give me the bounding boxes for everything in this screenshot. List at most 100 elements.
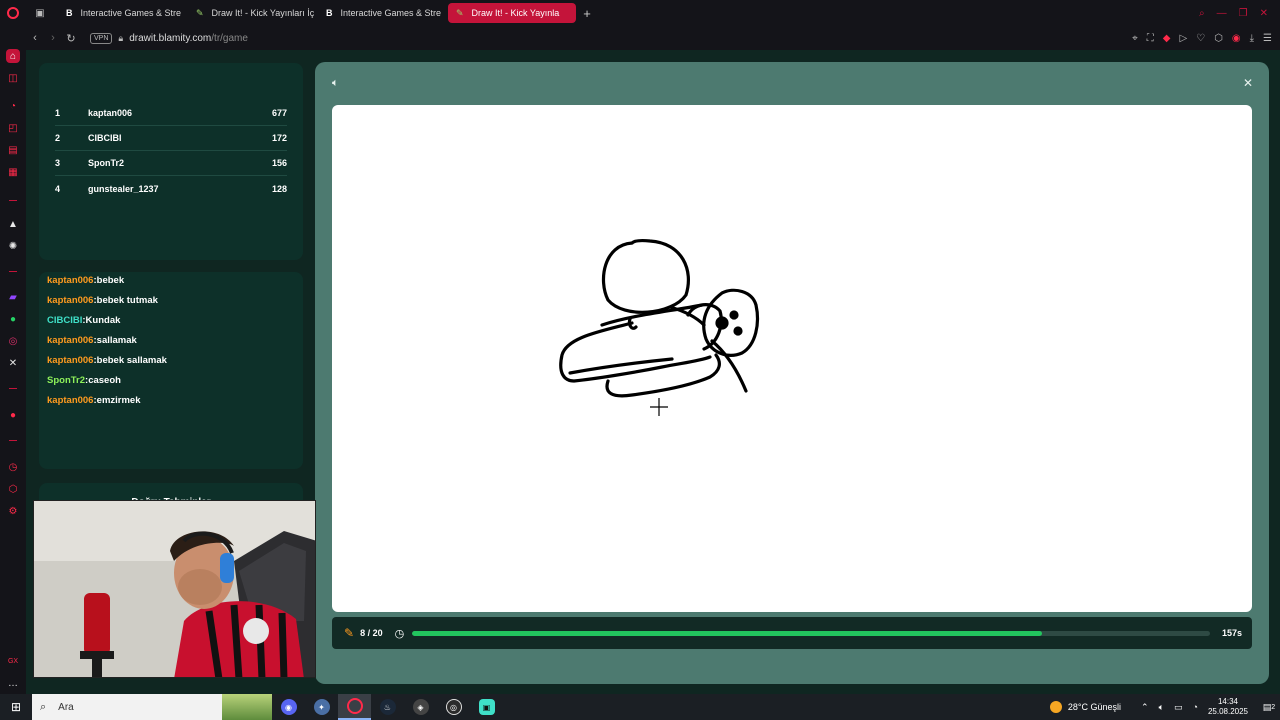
- snapshot-icon[interactable]: ⛶: [1147, 33, 1154, 44]
- browser-tab[interactable]: B Interactive Games & Stre: [58, 3, 186, 23]
- leaderboard-name: kaptan006: [88, 108, 133, 118]
- app-a-icon[interactable]: ▲: [6, 217, 20, 231]
- windows-start-icon[interactable]: ⊞: [0, 694, 32, 720]
- whatsapp-icon[interactable]: ●: [6, 312, 20, 326]
- extensions-sidebar-icon[interactable]: ⬡: [6, 482, 20, 496]
- taskbar-search[interactable]: ⌕ Ara: [32, 694, 222, 720]
- drawing-canvas[interactable]: [332, 105, 1252, 612]
- history-icon[interactable]: ◷: [6, 460, 20, 474]
- drawing-modal: 🔈︎ ✕ ✎ 8 / 20 ◷ 157s: [315, 62, 1269, 684]
- download-icon[interactable]: ⤓: [1250, 33, 1254, 44]
- pocket-icon[interactable]: ◆: [1163, 33, 1171, 44]
- leaderboard-row: 3 SponTr2 156: [55, 151, 287, 176]
- instagram-icon[interactable]: ◎: [6, 334, 20, 348]
- sound-icon[interactable]: 🔈︎: [332, 77, 339, 90]
- aria-icon[interactable]: ◔: [6, 99, 20, 113]
- clock[interactable]: 14:34 25.08.2025: [1208, 697, 1248, 717]
- minimize-icon[interactable]: —: [1217, 8, 1227, 19]
- forward-icon[interactable]: ›: [44, 32, 62, 44]
- language-icon[interactable]: ◔: [1193, 702, 1198, 712]
- timer-icon: ◷: [394, 627, 405, 640]
- chat-username: CIBCIBI: [47, 314, 83, 326]
- extensions-icon[interactable]: ⬡: [1214, 33, 1223, 44]
- crosshair-cursor-icon: [650, 398, 668, 416]
- home-icon[interactable]: ⌂: [6, 49, 20, 63]
- browser-sidebar: ⌂ ◫ ◔ ◰ ▤ ▦ ▲ ✺ ▰ ● ◎ ✕ ● ◷ ⬡ ⚙ GX …: [0, 26, 26, 694]
- chatgpt-icon[interactable]: ✺: [6, 239, 20, 253]
- leaderboard-rank: 4: [55, 183, 61, 194]
- maximize-icon[interactable]: ❐: [1239, 8, 1248, 19]
- chat-message: kaptan006: sallamak: [47, 330, 303, 350]
- settings-icon[interactable]: ⚙: [6, 504, 20, 518]
- close-icon[interactable]: ✕: [1243, 76, 1253, 90]
- music-icon[interactable]: ●: [6, 408, 20, 422]
- chat-username: kaptan006: [47, 354, 94, 366]
- menu-icon[interactable]: ☰: [1263, 33, 1272, 44]
- chat-username: kaptan006: [47, 274, 94, 286]
- more-icon[interactable]: …: [6, 676, 20, 690]
- drawing-strokes: [559, 239, 760, 416]
- volume-icon[interactable]: 🔈︎: [1159, 702, 1164, 713]
- opera-taskbar-icon[interactable]: [338, 694, 371, 720]
- chevron-up-icon[interactable]: ⌃: [1141, 702, 1149, 713]
- app-icon[interactable]: ✦: [305, 694, 338, 720]
- chat-message: SponTr2: caseoh: [47, 370, 303, 390]
- chat-panel: kaptan006: bebek kaptan006: bebek tutmak CIB…: [39, 272, 303, 469]
- back-icon[interactable]: ‹: [26, 32, 44, 44]
- browser-tab[interactable]: ✎ Draw It! - Kick Yayınla: [448, 3, 576, 23]
- play-icon[interactable]: ▷: [1179, 33, 1187, 44]
- bag-icon[interactable]: ◰: [6, 121, 20, 135]
- chat-username: kaptan006: [47, 294, 94, 306]
- chat-username: SponTr2: [47, 374, 86, 386]
- tab-overview-icon[interactable]: ▣: [30, 0, 50, 26]
- url-field[interactable]: drawit.blamity.com/tr/game: [129, 33, 248, 44]
- leaderboard-row: 2 CIBCIBI 172: [55, 126, 287, 151]
- steam-icon[interactable]: ♨: [371, 694, 404, 720]
- new-tab-button[interactable]: +: [578, 6, 596, 21]
- tab-favicon-icon: B: [66, 8, 73, 18]
- address-bar: ‹ › ↻ VPN 🔒︎ drawit.blamity.com/tr/game …: [26, 26, 1280, 50]
- system-tray: 28°C Güneşli ⌃ 🔈︎ ▭ ◔ 14:34 25.08.2025 ▤…: [1049, 694, 1280, 720]
- tab-favicon-icon: ✎: [456, 7, 464, 18]
- close-window-icon[interactable]: ✕: [1260, 8, 1268, 19]
- leaderboard-score: 128: [271, 183, 287, 194]
- vpn-badge[interactable]: VPN: [90, 32, 113, 44]
- pencil-icon: ✎: [344, 626, 355, 640]
- reload-icon[interactable]: ↻: [62, 32, 80, 45]
- browser-tab[interactable]: B Interactive Games & Stre: [318, 3, 446, 23]
- browser-tab[interactable]: ✎ Draw It! - Kick Yayınları İç: [188, 3, 316, 23]
- opera-logo-icon[interactable]: [0, 0, 26, 26]
- profile-icon[interactable]: ◉: [1232, 33, 1241, 44]
- chat-text: bebek sallamak: [96, 354, 167, 366]
- time-remaining: 157s: [1221, 628, 1242, 638]
- weather-text[interactable]: 28°C Güneşli: [1068, 702, 1121, 712]
- gamepad-icon[interactable]: ◫: [6, 71, 20, 85]
- lock-icon[interactable]: 🔒︎: [118, 33, 123, 44]
- url-host: drawit.blamity.com: [129, 32, 212, 44]
- notification-icon[interactable]: ▤ 2: [1258, 694, 1280, 720]
- x-icon[interactable]: ✕: [6, 356, 20, 370]
- network-icon[interactable]: ▭: [1174, 702, 1183, 713]
- mail-icon[interactable]: ▤: [6, 143, 20, 157]
- search-tabs-icon[interactable]: ⌕: [1199, 8, 1205, 19]
- tab-title: Draw It! - Kick Yayınla: [471, 8, 560, 18]
- chat-message: kaptan006: bebek sallamak: [47, 350, 303, 370]
- twitch-icon[interactable]: ▰: [6, 290, 20, 304]
- discord-icon[interactable]: ◉: [272, 694, 305, 720]
- heart-icon[interactable]: ♡: [1196, 33, 1205, 44]
- pin-icon[interactable]: ⌖: [1132, 33, 1138, 44]
- sidebar-divider: [9, 440, 17, 441]
- chat-app-icon[interactable]: ▣: [470, 694, 503, 720]
- chat-username: kaptan006: [47, 334, 94, 346]
- obs-icon[interactable]: ◎: [437, 694, 470, 720]
- game-launcher-icon[interactable]: ◈: [404, 694, 437, 720]
- weather-icon[interactable]: [1049, 701, 1062, 713]
- chat-text: Kundak: [85, 314, 121, 326]
- chat-text: caseoh: [88, 374, 121, 386]
- chat-text: emzirmek: [96, 394, 141, 406]
- news-icon[interactable]: ▦: [6, 165, 20, 179]
- gx-icon[interactable]: GX: [6, 654, 20, 668]
- chat-message: kaptan006: emzirmek: [47, 390, 303, 410]
- search-highlight-image[interactable]: [222, 694, 272, 720]
- leaderboard-rank: 2: [55, 133, 61, 143]
